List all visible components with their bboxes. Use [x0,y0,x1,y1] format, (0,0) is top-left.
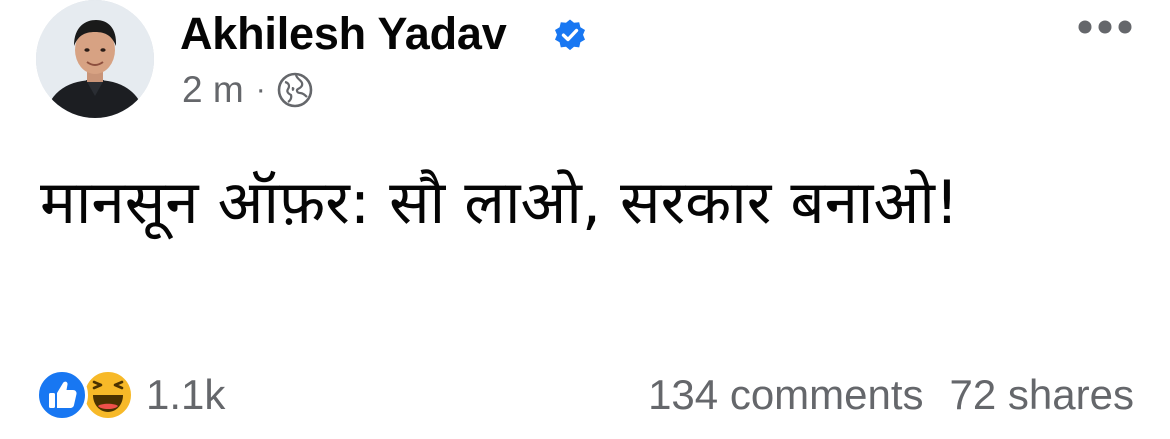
meta-separator: · [255,73,266,106]
reactions-summary[interactable]: 1.1k [36,366,225,424]
reaction-count: 1.1k [146,371,226,418]
author-avatar[interactable] [36,0,154,118]
author-name[interactable]: Akhilesh Yadav [180,8,507,60]
post-timestamp[interactable]: 2 m [182,69,244,111]
post-meta: 2 m · [182,68,314,112]
more-options-icon[interactable] [1076,16,1134,38]
facebook-post: Akhilesh Yadav 2 m · मानसून ऑफ़र: सौ लाओ… [0,0,1170,439]
haha-icon [82,369,134,421]
engagement-stats: 134 comments 72 shares [648,366,1134,424]
post-text: मानसून ऑफ़र: सौ लाओ, सरकार बनाओ! [40,168,959,238]
shares-count-link[interactable]: 72 shares [950,371,1134,419]
verified-badge-icon [555,19,585,51]
globe-icon[interactable] [276,71,314,109]
like-icon [36,369,88,421]
comments-count-link[interactable]: 134 comments [648,371,923,419]
